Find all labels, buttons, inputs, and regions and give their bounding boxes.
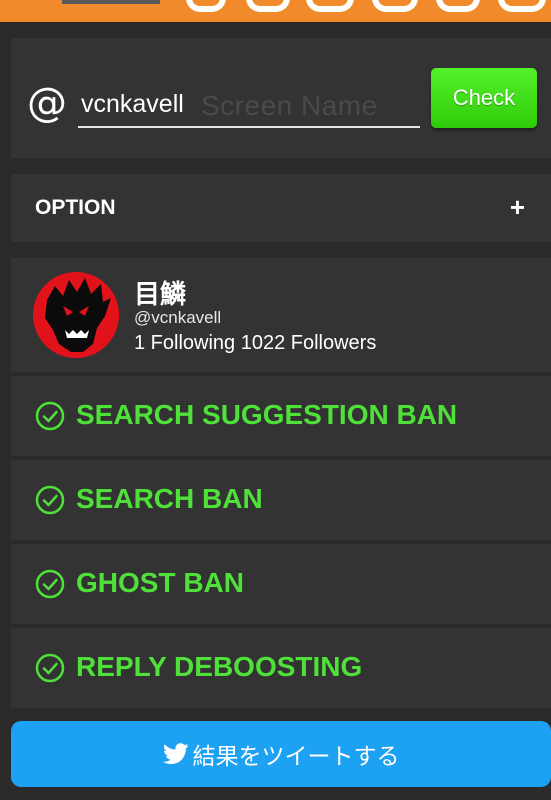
status-label: SEARCH BAN	[76, 483, 263, 514]
status-label: GHOST BAN	[76, 567, 244, 598]
username-input[interactable]	[78, 82, 420, 126]
check-circle-icon	[35, 569, 65, 599]
user-handle: @vcnkavell	[134, 308, 222, 327]
check-circle-icon	[35, 401, 65, 431]
status-row: SEARCH SUGGESTION BAN	[11, 376, 551, 456]
logo-letter	[306, 0, 354, 12]
tweet-results-button[interactable]: 結果をツイートする	[11, 721, 551, 787]
twitter-bird-icon	[162, 743, 189, 765]
status-label: REPLY DEBOOSTING	[76, 651, 363, 682]
logo-letter	[372, 0, 418, 12]
at-symbol: @	[27, 80, 67, 126]
username-field-wrapper	[78, 82, 420, 128]
top-banner	[0, 0, 551, 22]
expand-plus-icon[interactable]: +	[510, 192, 525, 223]
logo-letter	[246, 0, 290, 12]
logo-letter	[186, 0, 226, 12]
status-row: REPLY DEBOOSTING	[11, 628, 551, 708]
logo-letter	[436, 0, 480, 12]
option-label: OPTION	[35, 196, 116, 219]
username-card: @ Screen Name Check	[11, 38, 551, 158]
option-bar[interactable]: OPTION +	[11, 174, 551, 242]
status-row: SEARCH BAN	[11, 460, 551, 540]
check-circle-icon	[35, 485, 65, 515]
status-row: GHOST BAN	[11, 544, 551, 624]
logo-letter	[498, 0, 546, 12]
avatar	[33, 272, 119, 358]
tweet-button-label: 結果をツイートする	[192, 744, 400, 770]
follow-counts: 1 Following 1022 Followers	[134, 332, 377, 354]
status-label: SEARCH SUGGESTION BAN	[76, 399, 458, 430]
banner-strip	[62, 0, 160, 4]
profile-card: 目鱗 @vcnkavell 1 Following 1022 Followers	[11, 258, 551, 372]
display-name: 目鱗	[134, 280, 187, 310]
check-circle-icon	[35, 653, 65, 683]
check-button[interactable]: Check	[431, 68, 537, 128]
